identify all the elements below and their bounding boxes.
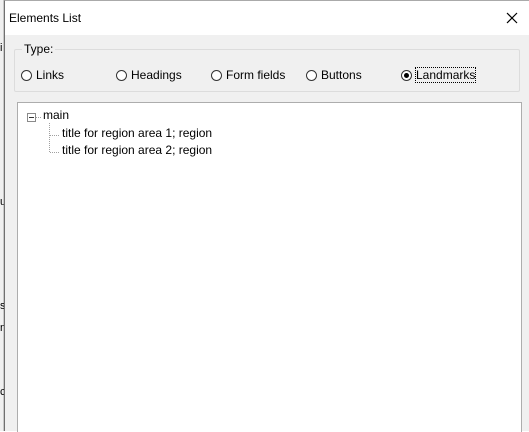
radio-form-fields[interactable]: Form fields — [211, 67, 285, 83]
close-button[interactable] — [495, 1, 529, 35]
radio-links[interactable]: Links — [21, 67, 64, 83]
radio-label: Links — [36, 68, 65, 82]
tree-item-main[interactable]: main — [43, 108, 69, 122]
tree-item-region-1[interactable]: title for region area 1; region — [62, 126, 212, 140]
radio-label: Buttons — [321, 68, 362, 82]
type-group-label: Type: — [22, 42, 56, 56]
radio-buttons[interactable]: Buttons — [306, 67, 362, 83]
radio-label: Form fields — [226, 68, 286, 82]
radio-circle-icon — [211, 69, 222, 81]
tree-item-region-2[interactable]: title for region area 2; region — [62, 143, 212, 157]
title-bar: Elements List — [5, 1, 529, 35]
dialog-title: Elements List — [9, 11, 82, 25]
radio-circle-icon — [21, 69, 32, 81]
radio-label: Headings — [131, 68, 182, 82]
elements-list-dialog: Elements List Type: Links Headings Form … — [4, 0, 529, 432]
radio-label: Landmarks — [414, 67, 477, 83]
radio-checked-icon — [401, 69, 412, 81]
radio-circle-icon — [116, 69, 127, 81]
close-icon — [506, 12, 518, 24]
radio-circle-icon — [306, 69, 317, 81]
radio-landmarks[interactable]: Landmarks — [401, 67, 477, 83]
radio-headings[interactable]: Headings — [116, 67, 182, 83]
elements-tree[interactable]: main title for region area 1; region tit… — [17, 102, 522, 432]
